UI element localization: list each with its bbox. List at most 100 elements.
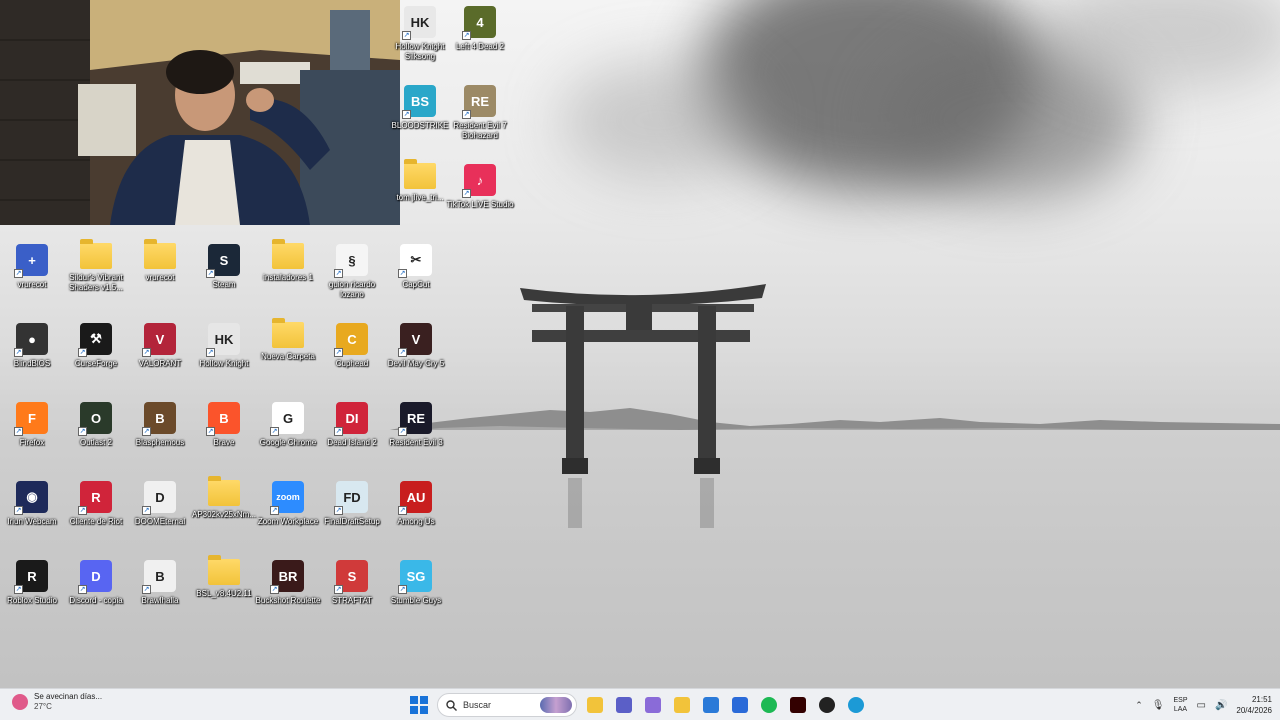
desktop-icon-label: FinalDraftSetup — [324, 517, 380, 526]
app-icon: zoom ↗ — [270, 481, 304, 515]
desktop-icon[interactable]: V ↗ VALORANT — [124, 319, 196, 393]
desktop-icon[interactable]: R ↗ Cliente de Riot — [60, 477, 132, 551]
desktop-icon[interactable]: Nueva Carpeta — [252, 318, 324, 393]
desktop-icon[interactable]: B ↗ Blasphemous — [124, 398, 196, 472]
desktop-icon[interactable]: zoom ↗ Zoom Workplace — [252, 477, 324, 551]
weather-widget[interactable]: Se avecinan días... 27°C — [12, 692, 102, 712]
app-icon: S ↗ — [206, 244, 240, 278]
desktop-icon-label: Devil May Cry 5 — [387, 359, 445, 368]
desktop-icon[interactable]: D ↗ DOOMEternal — [124, 477, 196, 551]
network-icon[interactable]: ▭ — [1197, 700, 1206, 711]
desktop-icon[interactable]: F ↗ Firefox — [0, 398, 68, 472]
desktop-icon[interactable]: instaladores 1 — [252, 239, 324, 314]
language-indicator[interactable]: ESP LAA — [1173, 696, 1187, 714]
app-icon: RE ↗ — [398, 402, 432, 436]
desktop-icon[interactable]: RE ↗ Resident Evil 7 Biohazard — [444, 81, 516, 155]
app-icon: C ↗ — [334, 323, 368, 357]
start-button[interactable] — [408, 694, 430, 716]
desktop-icon[interactable]: ⚒ ↗ CurseForge — [60, 319, 132, 393]
desktop-icon-label: AP302kv25xNm... — [191, 510, 257, 519]
folder-icon — [80, 239, 112, 269]
taskbar-app-teams[interactable] — [613, 694, 635, 716]
desktop-icon-label: Cuphead — [335, 359, 369, 368]
taskbar-app-spotify[interactable] — [758, 694, 780, 716]
taskbar-app-obs[interactable] — [816, 694, 838, 716]
desktop-icon[interactable]: ◉ ↗ Iriun Webcam — [0, 477, 68, 551]
taskbar-app-edge[interactable] — [845, 694, 867, 716]
clock[interactable]: 21:51 20/4/2026 — [1236, 694, 1272, 716]
desktop-icon-label: TikTok LIVE Studio — [446, 200, 514, 209]
taskbar-app-file-explorer[interactable] — [584, 694, 606, 716]
desktop-icon[interactable]: C ↗ Cuphead — [316, 319, 388, 393]
taskbar-app-store[interactable] — [700, 694, 722, 716]
desktop-icon[interactable]: B ↗ Brave — [188, 398, 260, 472]
search-highlight-art — [540, 697, 572, 713]
desktop-icon[interactable]: + ↗ vrurecot — [0, 240, 68, 314]
desktop-icon[interactable]: AP302kv25xNm... — [188, 476, 260, 551]
shortcut-arrow-icon: ↗ — [334, 269, 343, 278]
desktop-icon[interactable]: 4 ↗ Left 4 Dead 2 — [444, 2, 516, 76]
desktop-icon[interactable]: vrurecot — [124, 239, 196, 314]
taskbar-center: Buscar — [408, 691, 867, 719]
app-icon: RE ↗ — [462, 85, 496, 119]
desktop-icon[interactable]: FD ↗ FinalDraftSetup — [316, 477, 388, 551]
desktop-icon-label: Brave — [213, 438, 235, 447]
app-icon: ✂ ↗ — [398, 244, 432, 278]
shortcut-arrow-icon: ↗ — [334, 427, 343, 436]
search-label: Buscar — [463, 700, 492, 710]
taskbar-app-copilot[interactable] — [642, 694, 664, 716]
desktop-icon[interactable]: § ↗ guion ricardo lozano — [316, 240, 388, 314]
desktop-icon[interactable]: ● ↗ BlindBlOS — [0, 319, 68, 393]
phone-link-icon — [732, 697, 748, 713]
desktop-icon-label: Iriun Webcam — [7, 517, 57, 526]
app-icon: O ↗ — [78, 402, 112, 436]
app-icon: D ↗ — [142, 481, 176, 515]
desktop-icon[interactable]: O ↗ Outlast 2 — [60, 398, 132, 472]
shortcut-arrow-icon: ↗ — [142, 585, 151, 594]
volume-icon[interactable]: 🔊 — [1215, 700, 1227, 711]
app-glyph: S — [219, 252, 229, 268]
desktop-icon[interactable]: BSL_v8.4U2.11 — [188, 555, 260, 630]
shortcut-arrow-icon: ↗ — [334, 348, 343, 357]
taskbar-search[interactable]: Buscar — [437, 693, 577, 717]
app-glyph: SG — [406, 568, 426, 584]
shortcut-arrow-icon: ↗ — [398, 506, 407, 515]
desktop-icon[interactable]: B ↗ Brawlhalla — [124, 556, 196, 630]
desktop-icon[interactable]: BR ↗ Buckshot Roulette — [252, 556, 324, 630]
app-glyph: F — [28, 410, 36, 426]
folder-icon — [208, 476, 240, 506]
desktop-icon[interactable]: AU ↗ Among Us — [380, 477, 452, 551]
shortcut-arrow-icon: ↗ — [398, 585, 407, 594]
shortcut-arrow-icon: ↗ — [462, 31, 471, 40]
chevron-up-icon[interactable]: ⌃ — [1135, 700, 1143, 711]
windows-icon — [410, 696, 428, 714]
obs-icon — [819, 697, 835, 713]
desktop-icon[interactable]: R ↗ Roblox Studio — [0, 556, 68, 630]
desktop-icon-label: Among Us — [397, 517, 435, 526]
desktop-icon[interactable]: S ↗ Steam — [188, 240, 260, 314]
app-glyph: RE — [406, 410, 426, 426]
desktop-icon-label: Brawlhalla — [141, 596, 179, 605]
taskbar-app-files[interactable] — [671, 694, 693, 716]
desktop-icon[interactable]: G ↗ Google Chrome — [252, 398, 324, 472]
desktop-icon[interactable]: ♪ ↗ TikTok LIVE Studio — [444, 160, 516, 234]
taskbar-app-adobe-illustrator[interactable] — [787, 694, 809, 716]
shortcut-arrow-icon: ↗ — [206, 427, 215, 436]
app-icon: DI ↗ — [334, 402, 368, 436]
desktop-icon[interactable]: Sildur's Vibrant Shaders v1.5... — [60, 239, 132, 314]
desktop-icon[interactable]: S ↗ STRAFTAT — [316, 556, 388, 630]
desktop-icon[interactable]: DI ↗ Dead Island 2 — [316, 398, 388, 472]
desktop-icon[interactable]: ✂ ↗ CapCut — [380, 240, 452, 314]
desktop-icon[interactable]: SG ↗ Stumble Guys — [380, 556, 452, 630]
microphone-icon[interactable]: 🎙 — [1152, 700, 1165, 711]
weather-icon — [12, 694, 28, 710]
desktop-icon[interactable]: RE ↗ Resident Evil 3 — [380, 398, 452, 472]
app-icon: B ↗ — [142, 560, 176, 594]
desktop-icon[interactable]: D ↗ Discord - copia — [60, 556, 132, 630]
app-glyph: BR — [278, 568, 298, 584]
taskbar-app-phone-link[interactable] — [729, 694, 751, 716]
desktop-icon[interactable]: V ↗ Devil May Cry 5 — [380, 319, 452, 393]
app-glyph: V — [155, 331, 165, 347]
desktop-icon-label: Hollow Knight — [199, 359, 249, 368]
desktop-icon[interactable]: HK ↗ Hollow Knight — [188, 319, 260, 393]
